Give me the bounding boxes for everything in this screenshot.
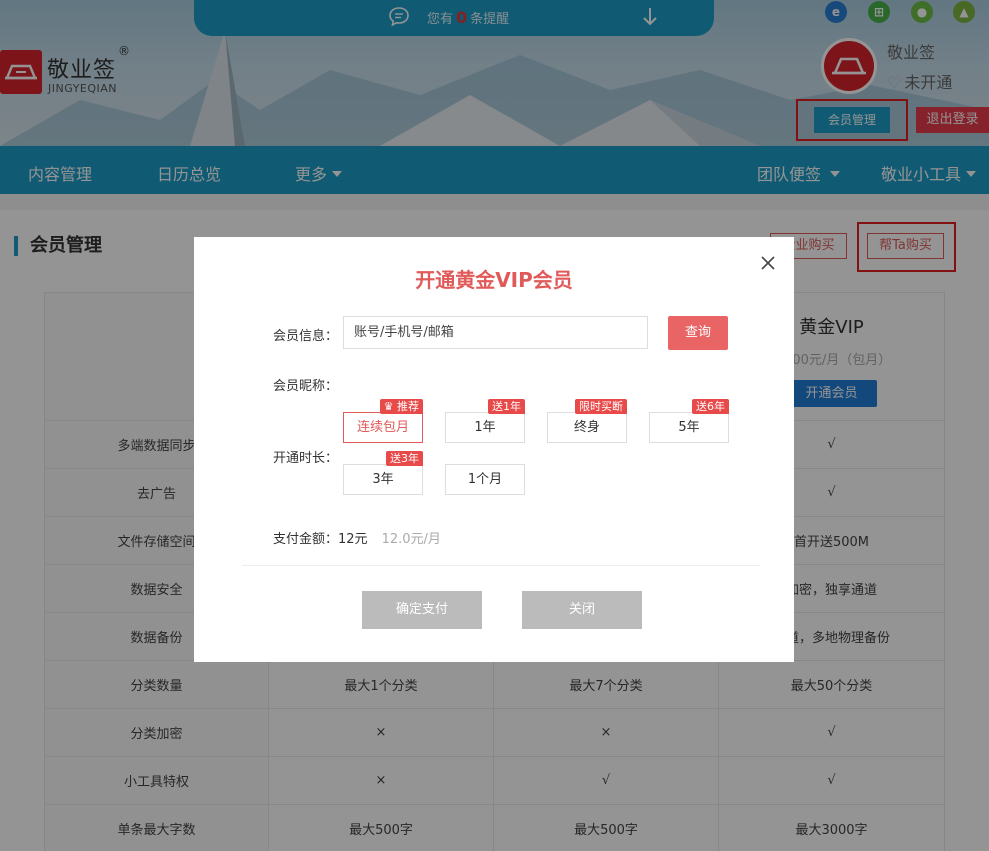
bonus-badge: 送1年 xyxy=(488,399,525,414)
dialog-title: 开通黄金VIP会员 xyxy=(415,268,573,292)
option-1-year[interactable]: 1年 送1年 xyxy=(445,399,525,443)
option-1-month[interactable]: 1个月 xyxy=(445,464,525,495)
payment-amount: 支付金额：12元 12.0元/月 xyxy=(273,532,441,547)
close-button[interactable]: 关闭 xyxy=(522,591,642,629)
confirm-payment-button[interactable]: 确定支付 xyxy=(362,591,482,629)
option-5-years[interactable]: 5年 送6年 xyxy=(649,399,729,443)
monthly-rate: 12.0元/月 xyxy=(381,532,441,547)
option-monthly-auto[interactable]: 连续包月 ♛ 推荐 xyxy=(343,399,423,443)
query-button[interactable]: 查询 xyxy=(668,316,728,350)
recommend-badge: ♛ 推荐 xyxy=(379,399,423,414)
option-3-years[interactable]: 3年 送3年 xyxy=(343,451,423,495)
bonus-badge: 送6年 xyxy=(692,399,729,414)
bonus-badge: 送3年 xyxy=(386,451,423,466)
close-icon[interactable] xyxy=(759,254,777,272)
duration-label: 开通时长： xyxy=(273,451,339,466)
option-lifetime[interactable]: 终身 限时买断 xyxy=(547,399,627,443)
member-nickname-label: 会员昵称： xyxy=(273,379,339,394)
account-input[interactable]: 账号/手机号/邮箱 xyxy=(343,316,648,349)
vip-purchase-dialog: 开通黄金VIP会员 会员信息： 账号/手机号/邮箱 查询 会员昵称： 开通时长：… xyxy=(194,237,794,662)
divider xyxy=(242,565,760,566)
limited-badge: 限时买断 xyxy=(575,399,627,414)
amount-value: 12元 xyxy=(338,532,368,547)
member-info-label: 会员信息： xyxy=(273,329,339,344)
